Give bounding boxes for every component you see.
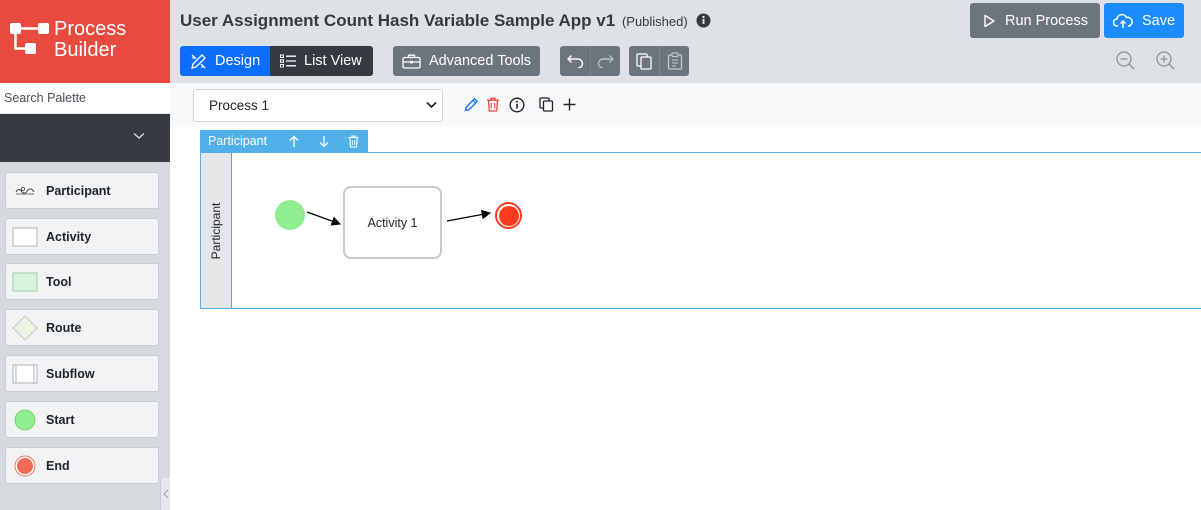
zoom-in-icon[interactable] (1155, 50, 1175, 70)
undo-icon (567, 55, 584, 68)
process-builder-logo-icon (10, 23, 49, 54)
chevron-down-icon (426, 101, 437, 109)
move-lane-down-button[interactable] (309, 135, 339, 148)
transition-start-to-activity (306, 211, 342, 226)
clipboard-icon (667, 52, 682, 70)
run-process-label: Run Process (1004, 12, 1088, 29)
list-view-label: List View (304, 53, 362, 69)
pencil-ruler-icon (191, 53, 206, 69)
canvas-toolbar: Process 1 (170, 83, 1201, 127)
activity-node[interactable]: Activity 1 (343, 186, 442, 259)
palette-search-input[interactable] (0, 83, 170, 113)
view-mode-toggle: Design List View (180, 46, 373, 76)
move-lane-up-button[interactable] (279, 135, 309, 148)
copy-icon (636, 52, 652, 70)
design-tab[interactable]: Design (180, 46, 270, 76)
delete-icon[interactable] (486, 97, 500, 112)
palette-item-label: Participant (46, 183, 111, 198)
palette-item-label: Activity (46, 229, 92, 244)
advanced-tools-button[interactable]: Advanced Tools (393, 46, 540, 76)
list-icon (280, 54, 296, 68)
end-node[interactable] (495, 202, 522, 229)
design-canvas: Process 1 Participant Participant Activi… (170, 83, 1201, 510)
save-button[interactable]: Save (1104, 3, 1184, 38)
palette-category-dropdown[interactable] (0, 114, 170, 162)
plus-icon[interactable] (562, 97, 577, 112)
palette-item-activity[interactable]: Activity (5, 218, 159, 255)
app-title: User Assignment Count Hash Variable Samp… (180, 11, 616, 30)
subflow-icon (12, 362, 38, 386)
palette-item-label: End (46, 458, 70, 473)
lane-toolbar: Participant (200, 130, 368, 152)
info-icon[interactable] (509, 97, 525, 113)
participant-icon (12, 179, 38, 203)
zoom-out-icon[interactable] (1115, 50, 1135, 70)
cloud-upload-icon (1112, 13, 1133, 28)
start-icon (12, 408, 38, 432)
trash-icon (348, 134, 359, 148)
participant-lane[interactable]: Participant Activity 1 (200, 152, 1201, 309)
palette-item-label: Subflow (46, 366, 95, 381)
toolbox-icon (402, 54, 421, 69)
copy-paste-group (629, 46, 689, 76)
play-icon (984, 14, 995, 27)
route-icon (12, 314, 38, 341)
palette-list: Participant Activity Tool Route Subflow (0, 162, 170, 510)
design-label: Design (215, 53, 261, 69)
duplicate-icon[interactable] (539, 97, 554, 112)
page-title: User Assignment Count Hash Variable Samp… (180, 11, 711, 31)
palette-item-tool[interactable]: Tool (5, 263, 159, 300)
transition-activity-to-end (446, 209, 492, 222)
arrow-up-icon (289, 135, 299, 147)
app-name: Process Builder (54, 19, 126, 61)
info-icon[interactable] (696, 13, 711, 28)
app-name-line2: Builder (54, 39, 117, 61)
paste-button[interactable] (659, 46, 689, 76)
arrow-down-icon (319, 135, 329, 147)
top-header: User Assignment Count Hash Variable Samp… (170, 0, 1201, 83)
palette-item-end[interactable]: End (5, 447, 159, 484)
lane-toolbar-label: Participant (208, 134, 268, 148)
process-select[interactable]: Process 1 (193, 89, 443, 122)
sidebar-collapse-handle[interactable] (160, 478, 170, 510)
palette-search (0, 83, 170, 114)
app-logo: Process Builder (0, 0, 170, 83)
palette-item-subflow[interactable]: Subflow (5, 355, 159, 392)
start-node[interactable] (275, 200, 305, 230)
undo-redo-group (560, 46, 620, 76)
palette-item-start[interactable]: Start (5, 401, 159, 438)
end-icon (12, 454, 38, 478)
app-name-line1: Process (54, 18, 127, 40)
palette-item-label: Tool (46, 274, 72, 289)
copy-button[interactable] (629, 46, 659, 76)
advanced-tools-label: Advanced Tools (428, 53, 532, 69)
redo-button[interactable] (590, 46, 620, 76)
palette-item-label: Start (46, 412, 75, 427)
redo-icon (597, 55, 614, 68)
activity-node-label: Activity 1 (367, 215, 418, 230)
delete-lane-button[interactable] (338, 134, 368, 148)
list-view-tab[interactable]: List View (270, 46, 373, 76)
palette-item-route[interactable]: Route (5, 309, 159, 346)
run-process-button[interactable]: Run Process (970, 3, 1100, 38)
tool-icon (12, 270, 38, 294)
save-label: Save (1141, 12, 1176, 29)
chevron-down-icon (133, 132, 145, 139)
undo-button[interactable] (560, 46, 590, 76)
edit-icon[interactable] (464, 97, 479, 112)
chevron-left-icon (162, 489, 168, 499)
process-select-value: Process 1 (209, 98, 270, 113)
status-badge: (Published) (621, 14, 688, 29)
palette-item-label: Route (46, 320, 82, 335)
palette-item-participant[interactable]: Participant (5, 172, 159, 209)
activity-icon (12, 225, 38, 249)
